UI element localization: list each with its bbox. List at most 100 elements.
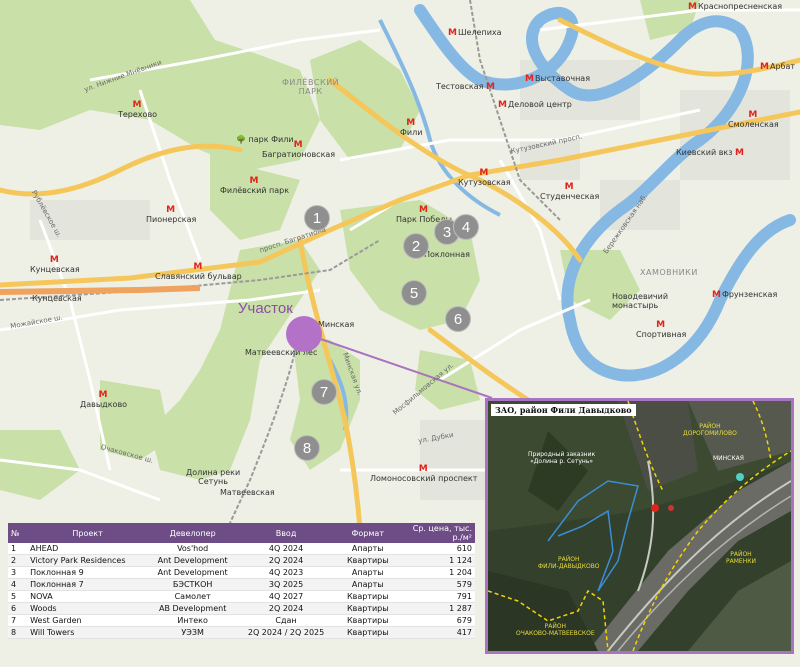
- aerial-inset: ЗАО, район Фили Давыдково Природный зака…: [485, 398, 794, 654]
- table-cell: 8: [8, 626, 28, 639]
- inset-label-ochakovo: РАЙОН ОЧАКОВО-МАТВЕЕВСКОЕ: [516, 623, 595, 637]
- table-cell: NOVA: [27, 590, 149, 603]
- table-cell: 4: [8, 578, 28, 591]
- metro-lomonosovsky: M Ломоносовский проспект: [370, 464, 478, 483]
- metro-icon: M: [564, 182, 574, 192]
- table-cell: Vos'hod: [148, 543, 238, 555]
- metro-icon: M: [448, 28, 457, 38]
- metro-icon: M: [49, 255, 59, 265]
- metro-slavyansky: M Славянский бульвар: [155, 262, 242, 281]
- table-cell: 2Q 2024: [237, 554, 335, 567]
- column-header: Ср. цена, тыс. р./м²: [400, 523, 475, 543]
- metro-icon: M: [525, 74, 534, 84]
- project-marker-5[interactable]: 5: [401, 280, 427, 306]
- site-label: Участок: [238, 300, 293, 317]
- metro-icon: M: [712, 290, 721, 300]
- metro-delovoy-tsentr: MДеловой центр: [498, 100, 572, 110]
- metro-icon: M: [419, 205, 428, 215]
- column-header: №: [8, 523, 28, 543]
- table-cell: Ant Development: [148, 566, 238, 579]
- table-cell: Поклонная 7: [27, 578, 149, 591]
- metro-icon: M: [735, 148, 745, 158]
- table-row: 8 Will Towers УЭЗМ 2Q 2024 / 2Q 2025 Ква…: [8, 626, 475, 639]
- table-cell: Квартиры: [334, 590, 401, 603]
- projects-table: № Проект Девелопер Ввод Формат Ср. цена,…: [8, 523, 475, 639]
- metro-icon: M: [193, 262, 203, 272]
- column-header: Ввод: [237, 523, 335, 543]
- inset-label-fili-davydkovo: РАЙОН ФИЛИ-ДАВЫДКОВО: [538, 556, 600, 570]
- inset-label-ramenki: РАЙОН РАМЕНКИ: [726, 551, 756, 565]
- table-cell: 2: [8, 554, 28, 567]
- table-cell: 579: [400, 578, 475, 591]
- metro-pionerskaya: M Пионерская: [146, 205, 197, 224]
- table-cell: 7: [8, 614, 28, 627]
- metro-kievsky: Киевский вкз M: [676, 148, 745, 158]
- table-cell: West Garden: [27, 614, 149, 627]
- table-cell: 1 124: [400, 554, 475, 567]
- table-cell: 417: [400, 626, 475, 639]
- table-row: 4 Поклонная 7 БЭСТКОН 3Q 2025 Апарты 579: [8, 578, 475, 591]
- inset-title: ЗАО, район Фили Давыдково: [491, 404, 636, 416]
- metro-icon: M: [748, 110, 758, 120]
- inset-label-minskaya: МИНСКАЯ: [713, 455, 744, 462]
- table-cell: Woods: [27, 602, 149, 615]
- table-cell: 4Q 2023: [237, 566, 335, 579]
- column-header: Девелопер: [148, 523, 238, 543]
- table-cell: Квартиры: [334, 626, 401, 639]
- project-marker-2[interactable]: 2: [403, 233, 429, 259]
- metro-kuntsevskaya: Кунцевская: [32, 294, 82, 303]
- column-header: Проект: [27, 523, 149, 543]
- metro-icon: M: [656, 320, 666, 330]
- metro-smolenskaya: M Смоленская: [728, 110, 779, 129]
- table-cell: УЭЗМ: [148, 626, 238, 639]
- metro-matveevskaya: Матвеевская: [220, 488, 275, 497]
- metro-testovskaya: Тестовская M: [436, 82, 495, 92]
- metro-icon: M: [418, 464, 428, 474]
- table-row: 7 West Garden Интеко Сдан Квартиры 679: [8, 614, 475, 627]
- table-row: 1 AHEAD Vos'hod 4Q 2024 Апарты 610: [8, 543, 475, 555]
- metro-shelepikha: MШелепиха: [448, 28, 502, 38]
- table-cell: Апарты: [334, 543, 401, 555]
- table-cell: 1 204: [400, 566, 475, 579]
- metro-krasnopresnenskaya: MКраснопресненская: [688, 2, 783, 12]
- landmark-label-novodevichy: Новодевичий монастырь: [612, 292, 669, 310]
- table-cell: 791: [400, 590, 475, 603]
- site-marker[interactable]: [286, 316, 322, 352]
- table-cell: Квартиры: [334, 614, 401, 627]
- table-cell: Поклонная 9: [27, 566, 149, 579]
- table-cell: Ant Development: [148, 554, 238, 567]
- table-cell: 2Q 2024: [237, 602, 335, 615]
- table-cell: 5: [8, 590, 28, 603]
- table-row: 6 Woods AB Development 2Q 2024 Квартиры …: [8, 602, 475, 615]
- project-marker-8[interactable]: 8: [294, 435, 320, 461]
- aerial-photo: [488, 401, 791, 651]
- table-cell: 679: [400, 614, 475, 627]
- table-cell: AHEAD: [27, 543, 149, 555]
- metro-icon: M: [406, 118, 416, 128]
- table-cell: 3Q 2025: [237, 578, 335, 591]
- table-cell: 1: [8, 543, 28, 555]
- table-cell: Интеко: [148, 614, 238, 627]
- table-cell: 1 287: [400, 602, 475, 615]
- table-cell: AB Development: [148, 602, 238, 615]
- project-marker-6[interactable]: 6: [445, 306, 471, 332]
- metro-kutuzovskaya: M Кутузовская: [458, 168, 511, 187]
- table-cell: Квартиры: [334, 602, 401, 615]
- metro-icon: M: [98, 390, 108, 400]
- project-marker-4[interactable]: 4: [453, 214, 479, 240]
- metro-davydkovo: M Давыдково: [80, 390, 128, 409]
- table-cell: Сдан: [237, 614, 335, 627]
- metro-icon: M: [485, 82, 495, 92]
- table-cell: 6: [8, 602, 28, 615]
- project-marker-7[interactable]: 7: [311, 379, 337, 405]
- metro-filyovsky-park: M Филёвский парк: [220, 176, 290, 195]
- table-cell: Апарты: [334, 578, 401, 591]
- table-cell: 2Q 2024 / 2Q 2025: [237, 626, 335, 639]
- metro-icon: M: [293, 140, 303, 150]
- metro-bagrationovskaya: M Багратионовская: [262, 140, 336, 159]
- district-label-khamovniki: ХАМОВНИКИ: [640, 268, 698, 277]
- project-marker-1[interactable]: 1: [304, 205, 330, 231]
- park-label-dolina-setuni: Долина реки Сетунь: [186, 468, 241, 486]
- table-cell: Victory Park Residences: [27, 554, 149, 567]
- table-cell: Will Towers: [27, 626, 149, 639]
